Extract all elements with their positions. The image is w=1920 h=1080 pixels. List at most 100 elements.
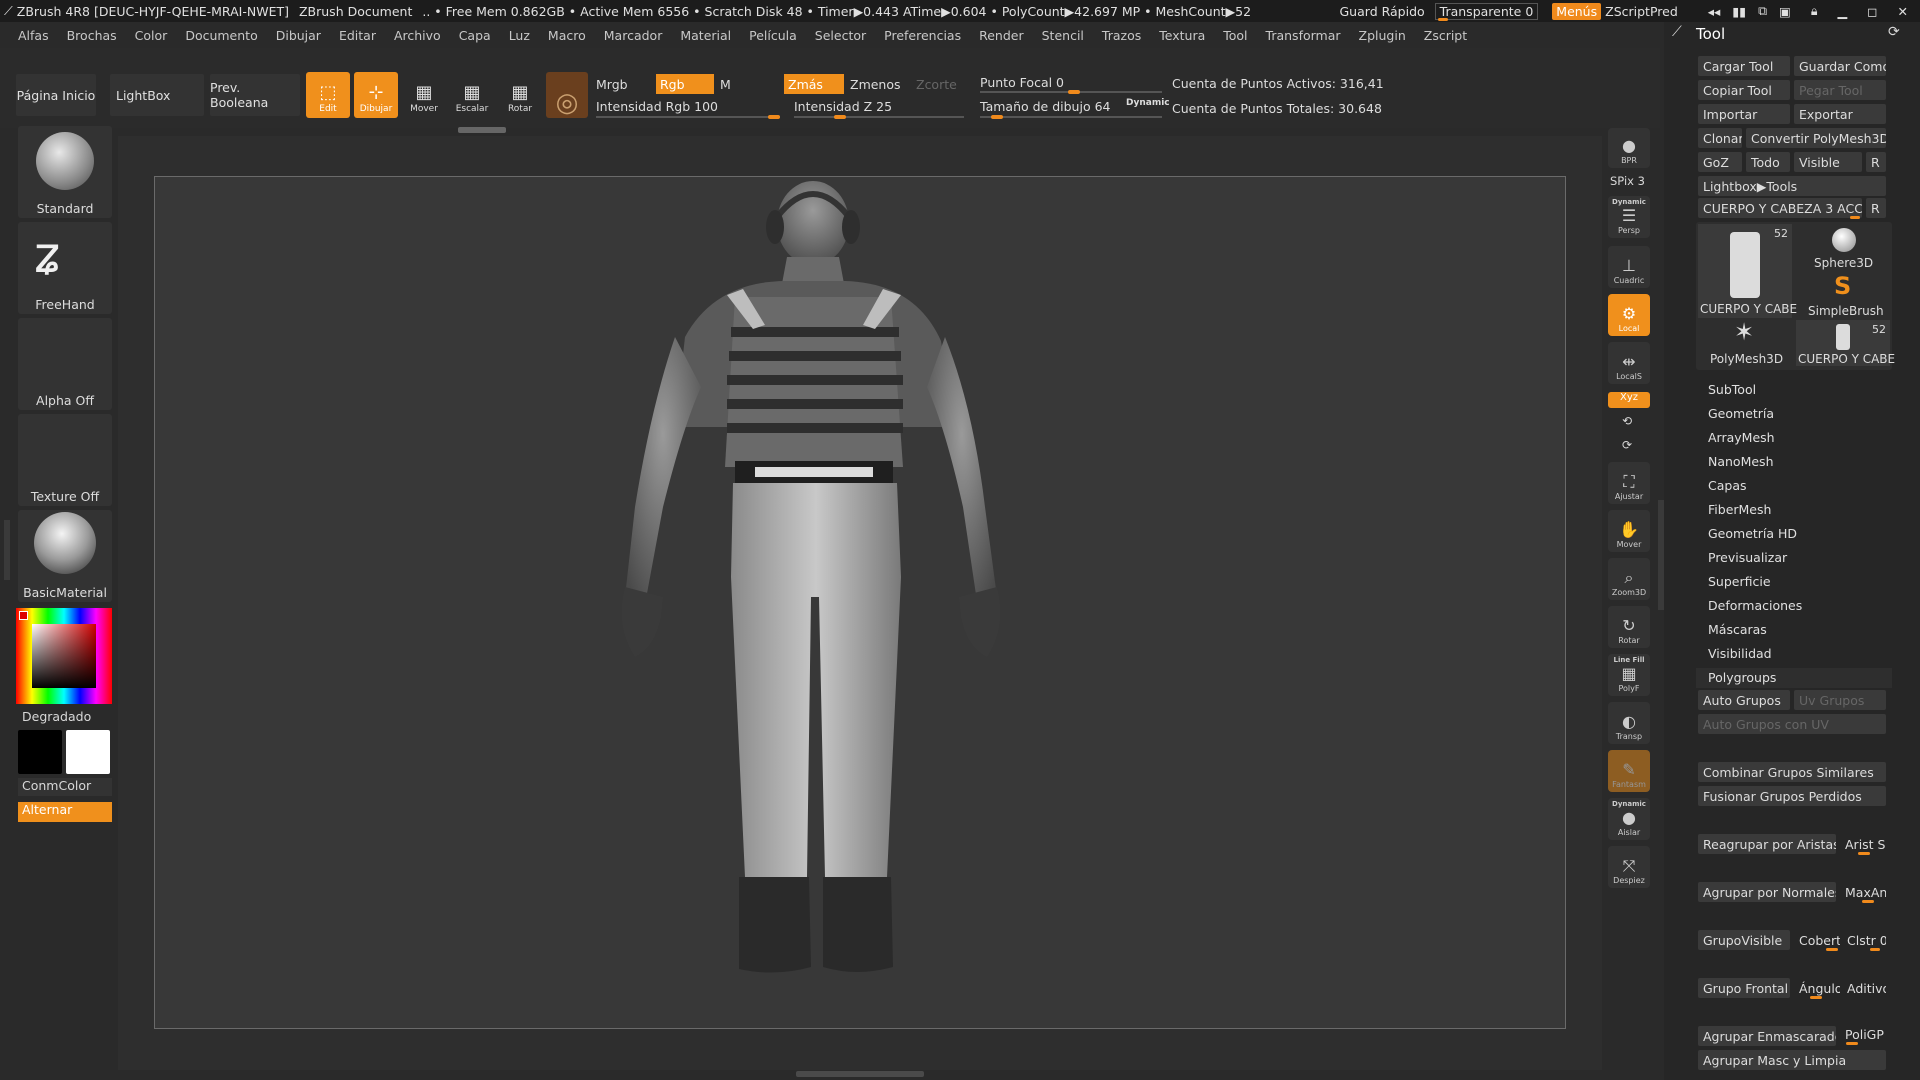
mrgb-button[interactable]: Mrgb: [592, 74, 652, 94]
transp-button[interactable]: ◐ Transp: [1608, 702, 1650, 744]
menu-item[interactable]: Alfas: [0, 28, 58, 43]
tool-thumb-simplebrush[interactable]: S SimpleBrush: [1796, 272, 1890, 318]
zoom3d-button[interactable]: ⌕ Zoom3D: [1608, 558, 1650, 600]
brush-selector[interactable]: Standard: [18, 126, 112, 218]
rgb-button[interactable]: Rgb: [656, 74, 714, 94]
r-button[interactable]: R: [1866, 152, 1886, 172]
menu-item[interactable]: Trazos: [1093, 28, 1150, 43]
tool-thumb-polymesh3d[interactable]: ✶ PolyMesh3D: [1698, 318, 1792, 366]
menu-item[interactable]: Zplugin: [1350, 28, 1415, 43]
subpalette-polygroups[interactable]: Polygroups: [1708, 670, 1776, 685]
tool-pin-icon[interactable]: ⟋: [1672, 24, 1682, 40]
gradient-label[interactable]: Degradado: [22, 709, 91, 724]
tool-thumb-body[interactable]: 52 CUERPO Y CABE: [1698, 224, 1797, 318]
menu-item[interactable]: Preferencias: [875, 28, 970, 43]
canvas-viewport[interactable]: [154, 176, 1566, 1029]
material-preview-icon[interactable]: ◎: [546, 72, 588, 118]
lock-icon[interactable]: 🔒︎: [1811, 3, 1818, 19]
subpalette-layers[interactable]: Capas: [1708, 478, 1747, 493]
zcut-button[interactable]: Zcorte: [912, 74, 966, 94]
menu-item[interactable]: Brochas: [58, 28, 126, 43]
save-as-button[interactable]: Guardar Como: [1794, 56, 1886, 76]
convcolor-button[interactable]: ConmColor: [18, 778, 112, 796]
xpose-button[interactable]: ⤧ Despiez: [1608, 846, 1650, 888]
menu-item[interactable]: Dibujar: [267, 28, 330, 43]
zadd-button[interactable]: Zmás: [784, 74, 844, 94]
group-visible-button[interactable]: GrupoVisible: [1698, 930, 1790, 950]
draw-size-track[interactable]: [980, 115, 1162, 119]
subpalette-subtool[interactable]: SubTool: [1708, 382, 1756, 397]
move-view-button[interactable]: ✋ Mover: [1608, 510, 1650, 552]
menu-item[interactable]: Zscript: [1415, 28, 1476, 43]
move-button[interactable]: ▦ Mover: [402, 72, 446, 118]
focal-track[interactable]: [980, 90, 1162, 94]
clstr-slider[interactable]: Clstr 0.: [1842, 930, 1886, 950]
ghost-button[interactable]: ✎ Fantasm: [1608, 750, 1650, 792]
rotate-button[interactable]: ▦ Rotar: [498, 72, 542, 118]
dynamic-label[interactable]: Dynamic: [1126, 98, 1170, 108]
quick-save-button[interactable]: Guard Rápido: [1340, 4, 1425, 19]
menu-item[interactable]: Material: [671, 28, 740, 43]
group-masked-button[interactable]: Agrupar Enmascarados: [1698, 1026, 1836, 1046]
subpalette-preview[interactable]: Previsualizar: [1708, 550, 1787, 565]
menu-item[interactable]: Color: [126, 28, 177, 43]
subpalette-geometry[interactable]: Geometría: [1708, 406, 1774, 421]
copy-tool-button[interactable]: Copiar Tool: [1698, 80, 1790, 100]
menu-item[interactable]: Marcador: [595, 28, 672, 43]
material-selector[interactable]: BasicMaterial: [18, 510, 112, 602]
menu-item[interactable]: Archivo: [385, 28, 450, 43]
alternate-button[interactable]: Alternar: [18, 802, 112, 822]
convert-polymesh-button[interactable]: Convertir PolyMesh3D: [1746, 128, 1886, 148]
floor-button[interactable]: ⊥ Cuadric: [1608, 246, 1650, 288]
bottom-scroll-handle[interactable]: [796, 1071, 924, 1077]
zscript-button[interactable]: ZScriptPred: [1605, 4, 1678, 19]
menus-toggle-button[interactable]: Menús: [1552, 2, 1602, 20]
group-mask-clear-button[interactable]: Agrupar Masc y Limpia: [1698, 1050, 1886, 1070]
import-button[interactable]: Importar: [1698, 104, 1790, 124]
stroke-selector[interactable]: ʑ FreeHand: [18, 222, 112, 314]
menu-item[interactable]: Render: [970, 28, 1033, 43]
subpalette-deformation[interactable]: Deformaciones: [1708, 598, 1802, 613]
menu-item[interactable]: Documento: [176, 28, 266, 43]
refresh-icon[interactable]: ⟳: [1888, 24, 1900, 40]
character-model[interactable]: [155, 177, 1567, 1030]
visible-button[interactable]: Visible: [1794, 152, 1862, 172]
menu-item[interactable]: Editar: [330, 28, 385, 43]
menu-item[interactable]: Capa: [450, 28, 500, 43]
subpalette-nanomesh[interactable]: NanoMesh: [1708, 454, 1774, 469]
subpalette-masking[interactable]: Máscaras: [1708, 622, 1767, 637]
z-intensity-track[interactable]: [794, 115, 964, 119]
goz-button[interactable]: GoZ: [1698, 152, 1742, 172]
close-icon[interactable]: ✕: [1898, 4, 1908, 19]
local-button[interactable]: ⚙ Local: [1608, 294, 1650, 336]
paste-tool-button[interactable]: Pegar Tool: [1794, 80, 1886, 100]
color-swatch-square[interactable]: [32, 624, 96, 688]
menu-item[interactable]: Selector: [806, 28, 875, 43]
clone-button[interactable]: Clonar: [1698, 128, 1742, 148]
rgb-intensity-track[interactable]: [596, 115, 780, 119]
subpalette-fibermesh[interactable]: FiberMesh: [1708, 502, 1771, 517]
subpalette-geometry-hd[interactable]: Geometría HD: [1708, 526, 1797, 541]
regroup-edges-button[interactable]: Reagrupar por Aristas: [1698, 834, 1836, 854]
lightbox-tools-button[interactable]: Lightbox▶Tools: [1698, 176, 1886, 196]
scale-button[interactable]: ▦ Escalar: [450, 72, 494, 118]
focal-shift-slider[interactable]: Punto Focal 0: [976, 72, 1166, 92]
rotate-y-icon[interactable]: ⟲: [1622, 414, 1632, 428]
draw-button[interactable]: ⊹ Dibujar: [354, 72, 398, 118]
menu-item[interactable]: Transformar: [1257, 28, 1350, 43]
layout-icon[interactable]: ◂◂: [1708, 4, 1721, 19]
subpalette-surface[interactable]: Superficie: [1708, 574, 1771, 589]
uv-groups-button[interactable]: Uv Grupos: [1794, 690, 1886, 710]
group-normals-button[interactable]: Agrupar por Normales: [1698, 882, 1836, 902]
edge-s-slider[interactable]: Arist S: [1840, 834, 1886, 854]
texture-selector[interactable]: Texture Off: [18, 414, 112, 506]
local-symmetry-button[interactable]: ⇹ LocalS: [1608, 342, 1650, 384]
menu-item[interactable]: Macro: [539, 28, 595, 43]
rotate-z-icon[interactable]: ⟳: [1622, 438, 1632, 452]
subpalette-arraymesh[interactable]: ArrayMesh: [1708, 430, 1775, 445]
all-button[interactable]: Todo: [1746, 152, 1790, 172]
export-button[interactable]: Exportar: [1794, 104, 1886, 124]
left-tray-handle[interactable]: [4, 520, 10, 580]
tool-thumb-body2[interactable]: 52 CUERPO Y CABE: [1796, 320, 1895, 366]
angle-slider[interactable]: Ángulo: [1794, 978, 1840, 998]
